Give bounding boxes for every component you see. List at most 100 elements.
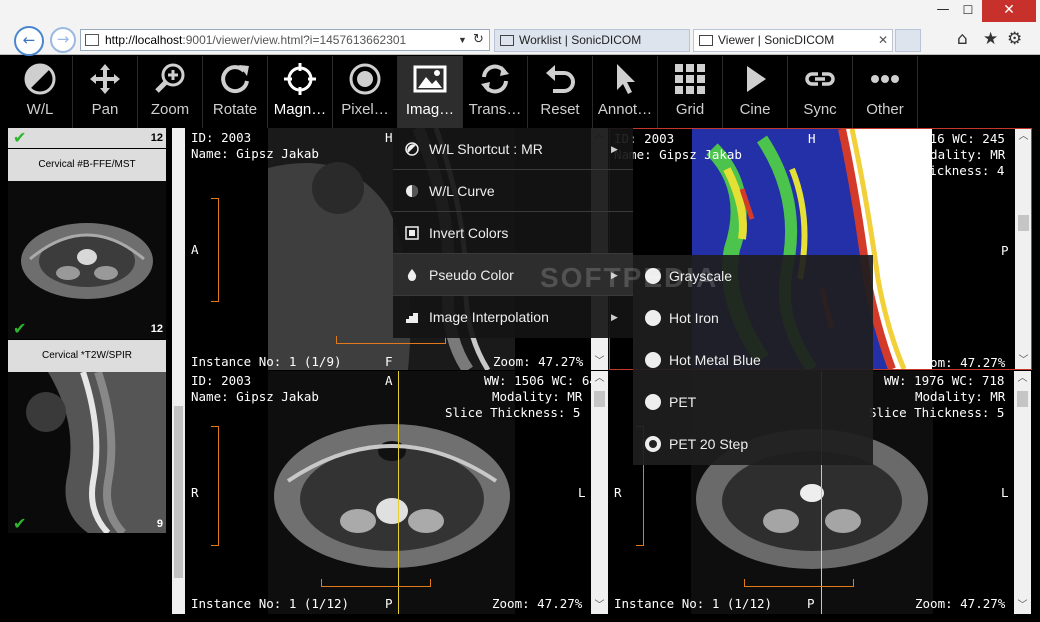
radio-icon <box>645 310 661 326</box>
orientation-left: R <box>614 485 622 500</box>
scrollbar-thumb[interactable] <box>1018 215 1029 231</box>
new-tab-button[interactable] <box>895 29 921 52</box>
zoom-level: Zoom: 47.27% <box>915 596 1006 611</box>
instance-number: Instance No: 1 (1/12) <box>614 596 773 611</box>
tool-pan-button[interactable]: Pan <box>73 56 138 128</box>
tool-zoom-button[interactable]: Zoom <box>138 56 203 128</box>
viewport-scrollbar[interactable]: ︿﹀ <box>1015 129 1031 369</box>
sidebar-scrollbar[interactable] <box>172 128 185 614</box>
scroll-up-icon[interactable]: ︿ <box>591 371 608 387</box>
url-text: http://localhost:9001/viewer/view.html?i… <box>105 33 407 47</box>
tab-worklist[interactable]: Worklist | SonicDICOM <box>494 29 690 52</box>
tool-reset-button[interactable]: Reset <box>528 56 593 128</box>
address-dropdown-icon[interactable]: ▼ <box>458 30 467 50</box>
zoom-icon <box>155 63 185 93</box>
option-pet[interactable]: PET <box>633 381 873 423</box>
series-thumbnail[interactable] <box>8 372 166 533</box>
address-bar[interactable]: http://localhost:9001/viewer/view.html?i… <box>80 29 490 51</box>
series-thumbnail[interactable] <box>8 181 166 339</box>
scroll-down-icon[interactable]: ﹀ <box>591 354 608 370</box>
orientation-bottom: P <box>385 596 393 611</box>
move-icon <box>90 64 120 94</box>
tool-magnify-button[interactable]: Magn… <box>268 56 333 128</box>
scrollbar-thumb[interactable] <box>174 406 183 578</box>
maximize-icon[interactable]: ☐ <box>956 0 980 22</box>
scrollbar-thumb[interactable] <box>594 391 605 407</box>
tool-pixel-button[interactable]: Pixel… <box>333 56 398 128</box>
image-menu: W/L Shortcut : MR ▶ W/L Curve Invert Col… <box>393 128 633 338</box>
series-item[interactable]: Cervical *T2W/SPIR ✔ 9 <box>8 340 166 533</box>
series-item[interactable]: Cervical #B-FFE/MST ✔ 12 <box>8 149 166 339</box>
image-icon <box>413 65 447 93</box>
viewer-toolbar: W/L Pan Zoom Rotate Magn… Pixel… Imag… T… <box>8 56 1032 128</box>
option-pet-20-step[interactable]: PET 20 Step <box>633 423 873 465</box>
page-icon <box>85 34 99 46</box>
tool-image-button[interactable]: Imag… <box>398 56 463 128</box>
viewport-scrollbar[interactable]: ︿﹀ <box>1014 371 1031 614</box>
forward-arrow-icon[interactable]: → <box>50 27 76 53</box>
tool-wl-button[interactable]: W/L <box>8 56 73 128</box>
scroll-up-icon[interactable]: ︿ <box>1014 371 1031 387</box>
scroll-down-icon[interactable]: ﹀ <box>1015 353 1031 369</box>
home-icon[interactable]: ⌂ <box>957 29 968 49</box>
vertical-scale-ruler <box>211 198 219 302</box>
option-hot-metal-blue[interactable]: Hot Metal Blue <box>633 339 873 381</box>
orientation-right: P <box>1001 243 1009 258</box>
menu-item-wl-curve[interactable]: W/L Curve <box>393 170 633 212</box>
more-icon <box>871 75 899 83</box>
viewport-scrollbar[interactable]: ︿﹀ <box>591 371 608 614</box>
favorites-star-icon[interactable]: ★ <box>983 29 998 49</box>
tab-page-icon <box>699 35 713 46</box>
orientation-left: A <box>191 242 199 257</box>
window-level-values: WW: 1976 WC: 718 <box>884 373 1005 388</box>
tool-rotate-button[interactable]: Rotate <box>203 56 268 128</box>
instance-number: Instance No: 1 (1/9) <box>191 354 342 369</box>
tab-viewer[interactable]: Viewer | SonicDICOM ✕ <box>693 29 893 52</box>
zoom-level: Zoom: 47.27% <box>493 354 584 369</box>
axial-mri-thumbnail <box>8 181 166 339</box>
scroll-up-icon[interactable]: ︿ <box>1015 129 1031 145</box>
slice-thickness: Slice Thickness: 5 <box>869 405 1005 420</box>
sync-icon <box>805 72 835 86</box>
orientation-right: L <box>1001 485 1009 500</box>
option-hot-iron[interactable]: Hot Iron <box>633 297 873 339</box>
settings-gear-icon[interactable]: ⚙ <box>1007 29 1022 49</box>
scrollbar-thumb[interactable] <box>1017 391 1028 407</box>
tool-sync-button[interactable]: Sync <box>788 56 853 128</box>
tab-close-icon[interactable]: ✕ <box>878 30 888 51</box>
browser-window: — ☐ ✕ ← → http://localhost:9001/viewer/v… <box>0 0 1040 622</box>
back-arrow-icon[interactable]: ← <box>14 26 44 56</box>
horizontal-scale-ruler <box>744 579 854 587</box>
close-icon[interactable]: ✕ <box>982 0 1036 22</box>
patient-id: ID: 2003 <box>191 373 252 388</box>
series-item[interactable]: ✔ 12 <box>8 128 166 148</box>
tool-annotate-button[interactable]: Annot… <box>593 56 658 128</box>
series-sidebar: ✔ 12 Cervical #B-FFE/MST ✔ 12 Cervical *… <box>8 128 185 614</box>
contrast-icon <box>405 142 419 156</box>
menu-item-image-interpolation[interactable]: Image Interpolation ▶ <box>393 296 633 338</box>
instance-number: Instance No: 1 (1/12) <box>191 596 350 611</box>
window-level-values: WW: 716 WC: 245 <box>892 131 1005 146</box>
watermark: SOFTPEDIA <box>540 262 719 293</box>
submenu-arrow-icon: ▶ <box>611 312 618 322</box>
tool-transform-button[interactable]: Trans… <box>463 56 528 128</box>
minimize-icon[interactable]: — <box>931 0 955 22</box>
viewport-bottom-left[interactable]: ID: 2003 Name: Gipsz Jakab A WW: 1506 WC… <box>186 371 608 614</box>
orientation-top: H <box>385 130 393 145</box>
scroll-down-icon[interactable]: ﹀ <box>591 598 608 614</box>
modality: Modality: MR <box>915 147 1006 162</box>
menu-item-invert-colors[interactable]: Invert Colors <box>393 212 633 254</box>
orientation-top: H <box>808 131 816 146</box>
tool-cine-button[interactable]: Cine <box>723 56 788 128</box>
zoom-level: Zoom: 47.27% <box>915 355 1006 370</box>
scroll-down-icon[interactable]: ﹀ <box>1014 598 1031 614</box>
tool-other-button[interactable]: Other <box>853 56 918 128</box>
modality: Modality: MR <box>915 389 1006 404</box>
orientation-top: A <box>385 373 393 388</box>
menu-item-wl-shortcut[interactable]: W/L Shortcut : MR ▶ <box>393 128 633 170</box>
pointer-icon <box>617 64 635 94</box>
tool-grid-button[interactable]: Grid <box>658 56 723 128</box>
refresh-icon[interactable]: ↻ <box>473 30 484 50</box>
radio-icon <box>645 352 661 368</box>
check-icon: ✔ <box>13 319 27 338</box>
